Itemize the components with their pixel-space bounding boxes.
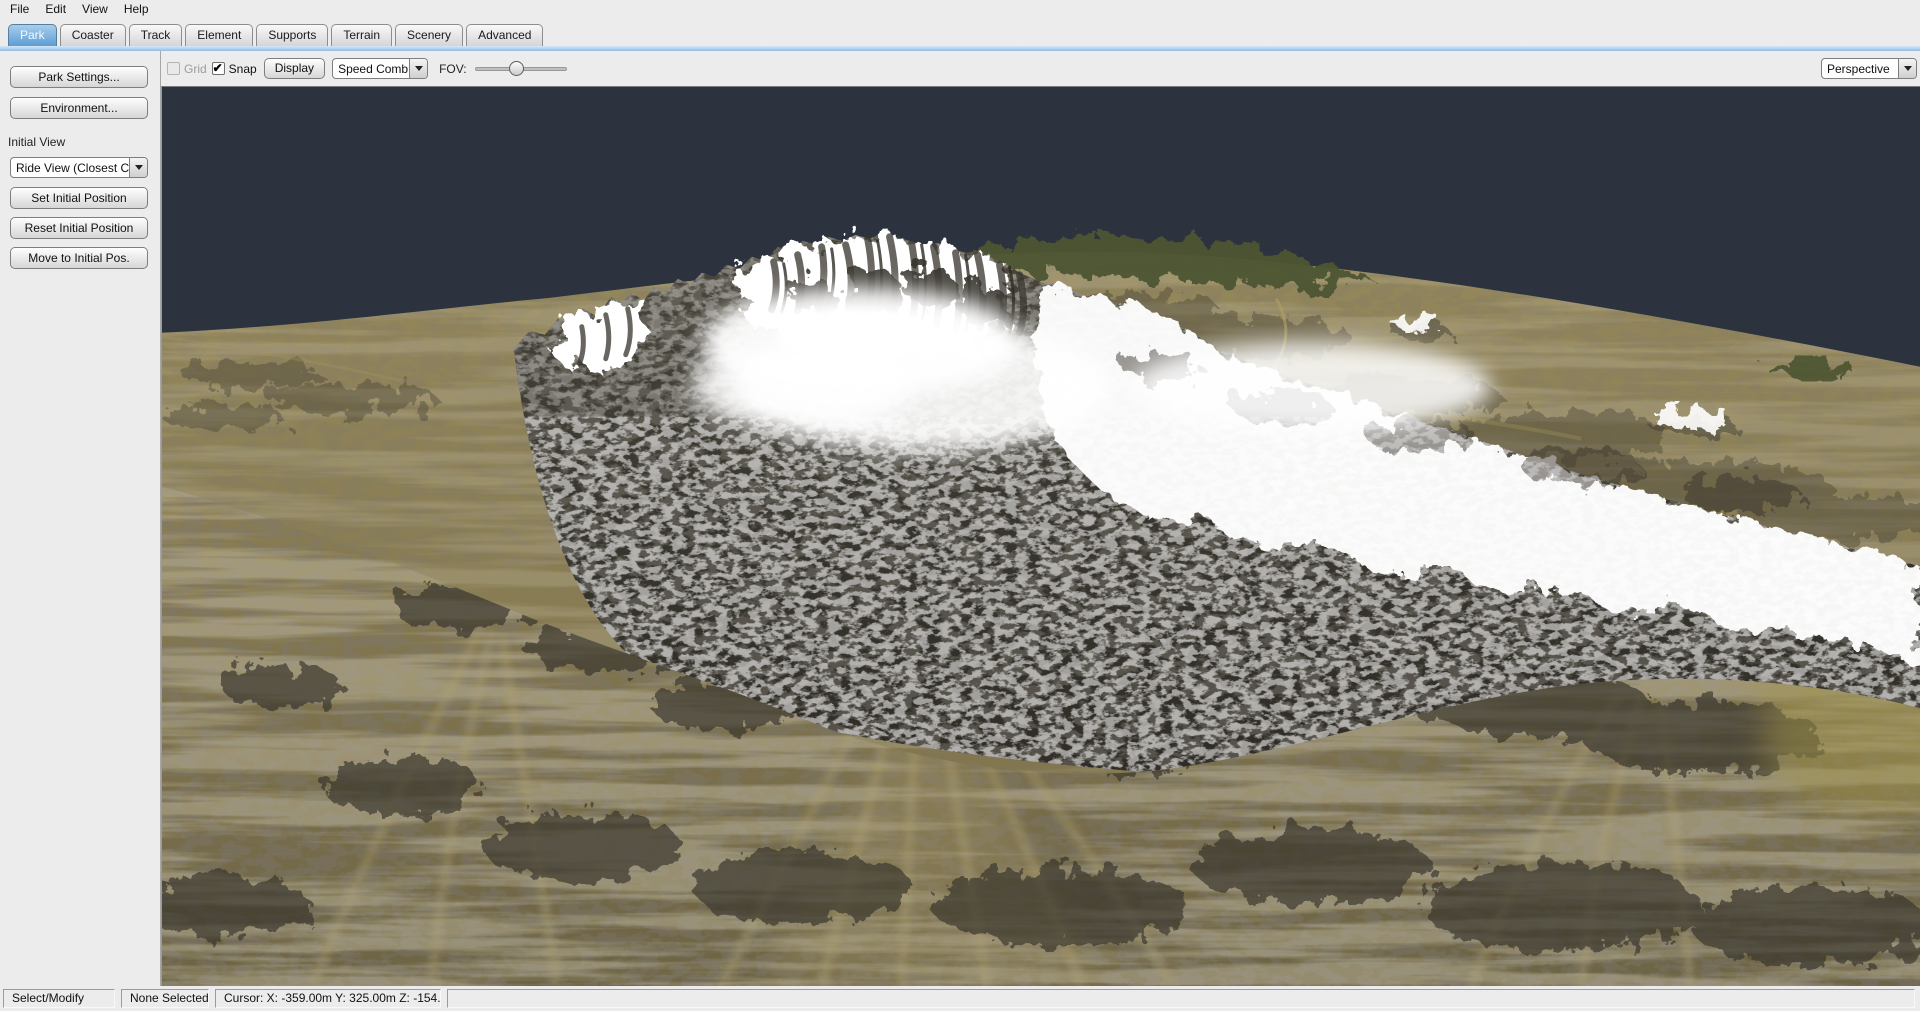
reset-initial-position-button[interactable]: Reset Initial Position xyxy=(10,217,148,239)
menu-edit[interactable]: Edit xyxy=(37,0,74,18)
status-mode: Select/Modify xyxy=(3,989,115,1008)
application-window: File Edit View Help Park Coaster Track E… xyxy=(0,0,1920,1011)
menu-bar: File Edit View Help xyxy=(0,0,1920,18)
check-icon: ✔ xyxy=(213,61,223,75)
mode-select[interactable]: Speed Comb xyxy=(332,58,428,79)
terrain-render xyxy=(162,87,1920,986)
tab-bar: Park Coaster Track Element Supports Terr… xyxy=(0,18,1920,46)
fov-slider[interactable] xyxy=(475,61,567,76)
status-selection: None Selected xyxy=(121,989,209,1008)
fov-label: FOV: xyxy=(439,62,467,76)
grid-checkbox[interactable] xyxy=(167,62,180,75)
viewport-3d[interactable] xyxy=(161,86,1920,986)
park-settings-button[interactable]: Park Settings... xyxy=(10,66,148,88)
projection-select-value: Perspective xyxy=(1822,59,1898,78)
status-extra xyxy=(447,989,1915,1008)
tab-park[interactable]: Park xyxy=(8,24,57,46)
status-bar: Select/Modify None Selected Cursor: X: -… xyxy=(0,986,1920,1011)
sidebar: Park Settings... Environment... Initial … xyxy=(0,51,161,986)
grid-checkbox-label: Grid xyxy=(184,62,207,76)
mode-select-value: Speed Comb xyxy=(333,59,409,78)
menu-view[interactable]: View xyxy=(74,0,116,18)
chevron-down-icon[interactable] xyxy=(409,59,427,78)
menu-file[interactable]: File xyxy=(2,0,37,18)
initial-view-select[interactable]: Ride View (Closest C xyxy=(10,157,148,178)
tab-terrain[interactable]: Terrain xyxy=(331,24,392,46)
chevron-down-icon[interactable] xyxy=(1898,59,1916,78)
tab-scenery[interactable]: Scenery xyxy=(395,24,463,46)
set-initial-position-button[interactable]: Set Initial Position xyxy=(10,187,148,209)
tab-coaster[interactable]: Coaster xyxy=(60,24,126,46)
display-button[interactable]: Display xyxy=(264,58,325,79)
tab-track[interactable]: Track xyxy=(129,24,183,46)
initial-view-select-value: Ride View (Closest C xyxy=(11,158,129,177)
viewport-toolbar: Grid ✔ Snap Display Speed Comb FOV: Pers… xyxy=(161,51,1920,86)
tab-supports[interactable]: Supports xyxy=(256,24,328,46)
fov-slider-thumb[interactable] xyxy=(509,61,524,76)
snap-checkbox-label: Snap xyxy=(229,62,257,76)
tab-element[interactable]: Element xyxy=(185,24,253,46)
tab-advanced[interactable]: Advanced xyxy=(466,24,543,46)
chevron-down-icon[interactable] xyxy=(129,158,147,177)
status-cursor-coordinates: Cursor: X: -359.00m Y: 325.00m Z: -154.5… xyxy=(215,989,441,1008)
environment-button[interactable]: Environment... xyxy=(10,97,148,119)
move-to-initial-position-button[interactable]: Move to Initial Pos. xyxy=(10,247,148,269)
menu-help[interactable]: Help xyxy=(116,0,157,18)
projection-select[interactable]: Perspective xyxy=(1821,58,1917,79)
initial-view-label: Initial View xyxy=(8,135,65,149)
snap-checkbox[interactable]: ✔ xyxy=(212,62,225,75)
